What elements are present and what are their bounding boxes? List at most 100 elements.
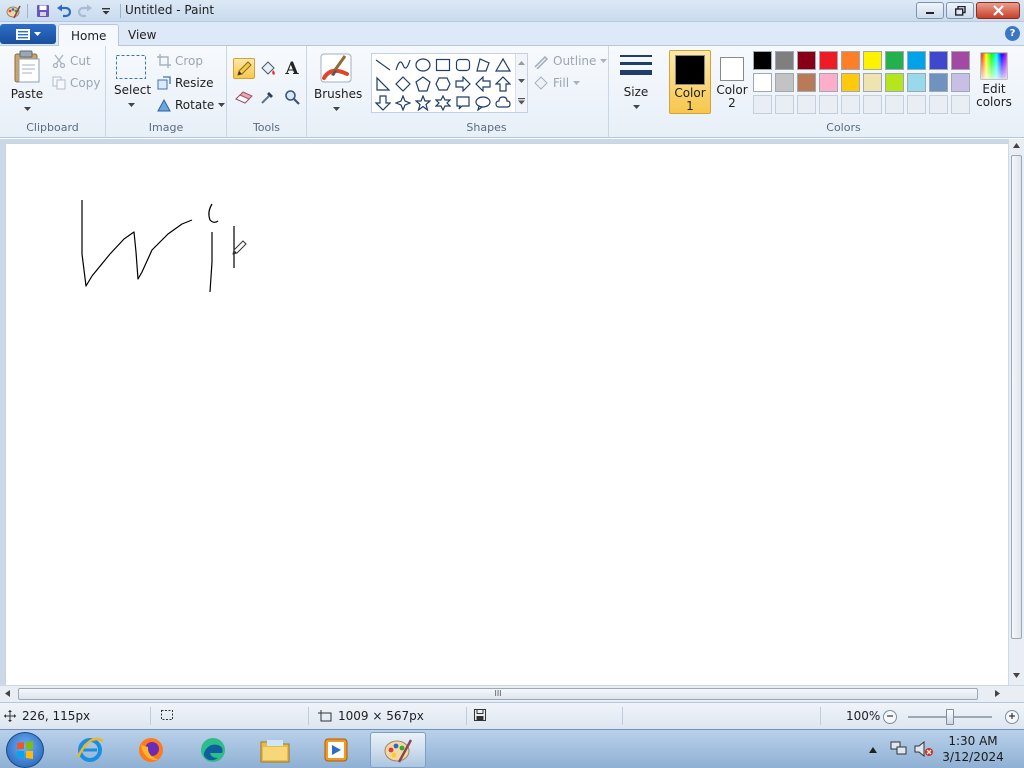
up-arrow-shape[interactable] (493, 74, 513, 94)
tab-view[interactable]: View (116, 24, 168, 47)
fill-button[interactable]: Fill (533, 73, 581, 93)
restore-button[interactable] (946, 2, 974, 19)
palette-swatch[interactable] (841, 51, 860, 70)
save-icon[interactable] (34, 3, 51, 20)
custom-color-slot[interactable] (907, 95, 926, 114)
right-arrow-shape[interactable] (453, 74, 473, 94)
six-point-star-shape[interactable] (433, 93, 453, 113)
horizontal-scroll-thumb[interactable]: III (18, 688, 978, 700)
cut-button[interactable]: Cut (52, 51, 91, 71)
help-button[interactable]: ? (1005, 26, 1020, 41)
down-arrow-shape[interactable] (373, 93, 393, 113)
custom-color-slot[interactable] (775, 95, 794, 114)
palette-swatch[interactable] (819, 73, 838, 92)
triangle-shape[interactable] (493, 55, 513, 75)
palette-swatch[interactable] (885, 51, 904, 70)
drawing-canvas[interactable] (6, 144, 1008, 685)
custom-color-slot[interactable] (863, 95, 882, 114)
edge-icon[interactable] (185, 732, 241, 768)
zoom-out-button[interactable] (883, 710, 897, 724)
magnifier-tool[interactable] (281, 86, 303, 107)
undo-icon[interactable] (55, 3, 72, 20)
diamond-shape[interactable] (393, 74, 413, 94)
firefox-icon[interactable] (123, 732, 179, 768)
text-tool[interactable]: A (281, 58, 303, 79)
zoom-slider-thumb[interactable] (946, 709, 954, 725)
show-hidden-icons-icon[interactable] (869, 742, 877, 756)
volume-muted-icon[interactable] (914, 740, 934, 760)
scroll-up-icon[interactable] (1013, 143, 1020, 148)
shapes-gallery-scroll[interactable] (515, 54, 527, 112)
custom-color-slot[interactable] (753, 95, 772, 114)
brushes-button[interactable]: Brushes (314, 52, 362, 115)
fill-tool[interactable] (257, 58, 279, 79)
palette-swatch[interactable] (907, 73, 926, 92)
custom-color-slot[interactable] (929, 95, 948, 114)
customize-qat-icon[interactable] (97, 3, 114, 20)
palette-swatch[interactable] (753, 51, 772, 70)
paint-app-icon[interactable] (4, 3, 21, 20)
palette-swatch[interactable] (797, 73, 816, 92)
palette-swatch[interactable] (753, 73, 772, 92)
five-point-star-shape[interactable] (413, 93, 433, 113)
select-button[interactable]: Select (114, 54, 151, 111)
polygon-shape[interactable] (473, 55, 493, 75)
outline-button[interactable]: Outline (533, 51, 608, 71)
rounded-rectangle-shape[interactable] (453, 55, 473, 75)
minimize-button[interactable] (916, 2, 944, 19)
palette-swatch[interactable] (841, 73, 860, 92)
palette-swatch[interactable] (775, 51, 794, 70)
file-explorer-icon[interactable] (247, 732, 303, 768)
palette-swatch[interactable] (929, 73, 948, 92)
custom-color-slot[interactable] (797, 95, 816, 114)
paint-taskbar-icon[interactable] (370, 732, 426, 768)
palette-swatch[interactable] (885, 73, 904, 92)
left-arrow-shape[interactable] (473, 74, 493, 94)
edit-colors-button[interactable]: Edit colors (975, 52, 1013, 109)
rotate-button[interactable]: Rotate (157, 95, 226, 115)
palette-swatch[interactable] (775, 73, 794, 92)
custom-color-slot[interactable] (885, 95, 904, 114)
zoom-in-button[interactable] (1005, 710, 1019, 724)
system-clock[interactable]: 1:30 AM 3/12/2024 (942, 733, 1004, 765)
color-picker-tool[interactable] (257, 86, 279, 107)
media-player-icon[interactable] (308, 732, 364, 768)
close-button[interactable] (976, 2, 1020, 19)
palette-swatch[interactable] (863, 73, 882, 92)
curve-shape[interactable] (393, 55, 413, 75)
rectangle-shape[interactable] (433, 55, 453, 75)
paste-button[interactable]: Paste (8, 50, 46, 115)
palette-swatch[interactable] (797, 51, 816, 70)
crop-button[interactable]: Crop (157, 51, 203, 71)
hexagon-shape[interactable] (433, 74, 453, 94)
size-button[interactable]: Size (617, 52, 655, 113)
cloud-callout-shape[interactable] (493, 93, 513, 113)
palette-swatch[interactable] (907, 51, 926, 70)
scroll-left-icon[interactable] (5, 690, 10, 697)
copy-button[interactable]: Copy (52, 73, 100, 93)
palette-swatch[interactable] (951, 73, 970, 92)
rounded-callout-shape[interactable] (453, 93, 473, 113)
vertical-scroll-thumb[interactable] (1011, 155, 1022, 639)
vertical-scrollbar[interactable] (1008, 139, 1024, 685)
four-point-star-shape[interactable] (393, 93, 413, 113)
palette-swatch[interactable] (819, 51, 838, 70)
custom-color-slot[interactable] (841, 95, 860, 114)
palette-swatch[interactable] (863, 51, 882, 70)
scroll-down-icon[interactable] (1013, 673, 1020, 678)
custom-color-slot[interactable] (819, 95, 838, 114)
line-shape[interactable] (373, 55, 393, 75)
internet-explorer-icon[interactable] (62, 732, 118, 768)
palette-swatch[interactable] (929, 51, 948, 70)
horizontal-scrollbar[interactable]: III (0, 685, 1024, 702)
redo-icon[interactable] (76, 3, 93, 20)
eraser-tool[interactable] (233, 86, 255, 107)
right-triangle-shape[interactable] (373, 74, 393, 94)
color1-button[interactable]: Color 1 (669, 50, 711, 114)
custom-color-slot[interactable] (951, 95, 970, 114)
scroll-right-icon[interactable] (995, 690, 1000, 697)
start-button[interactable] (6, 732, 44, 768)
palette-swatch[interactable] (951, 51, 970, 70)
color2-button[interactable]: Color 2 (711, 50, 753, 114)
pencil-tool[interactable] (233, 58, 255, 79)
